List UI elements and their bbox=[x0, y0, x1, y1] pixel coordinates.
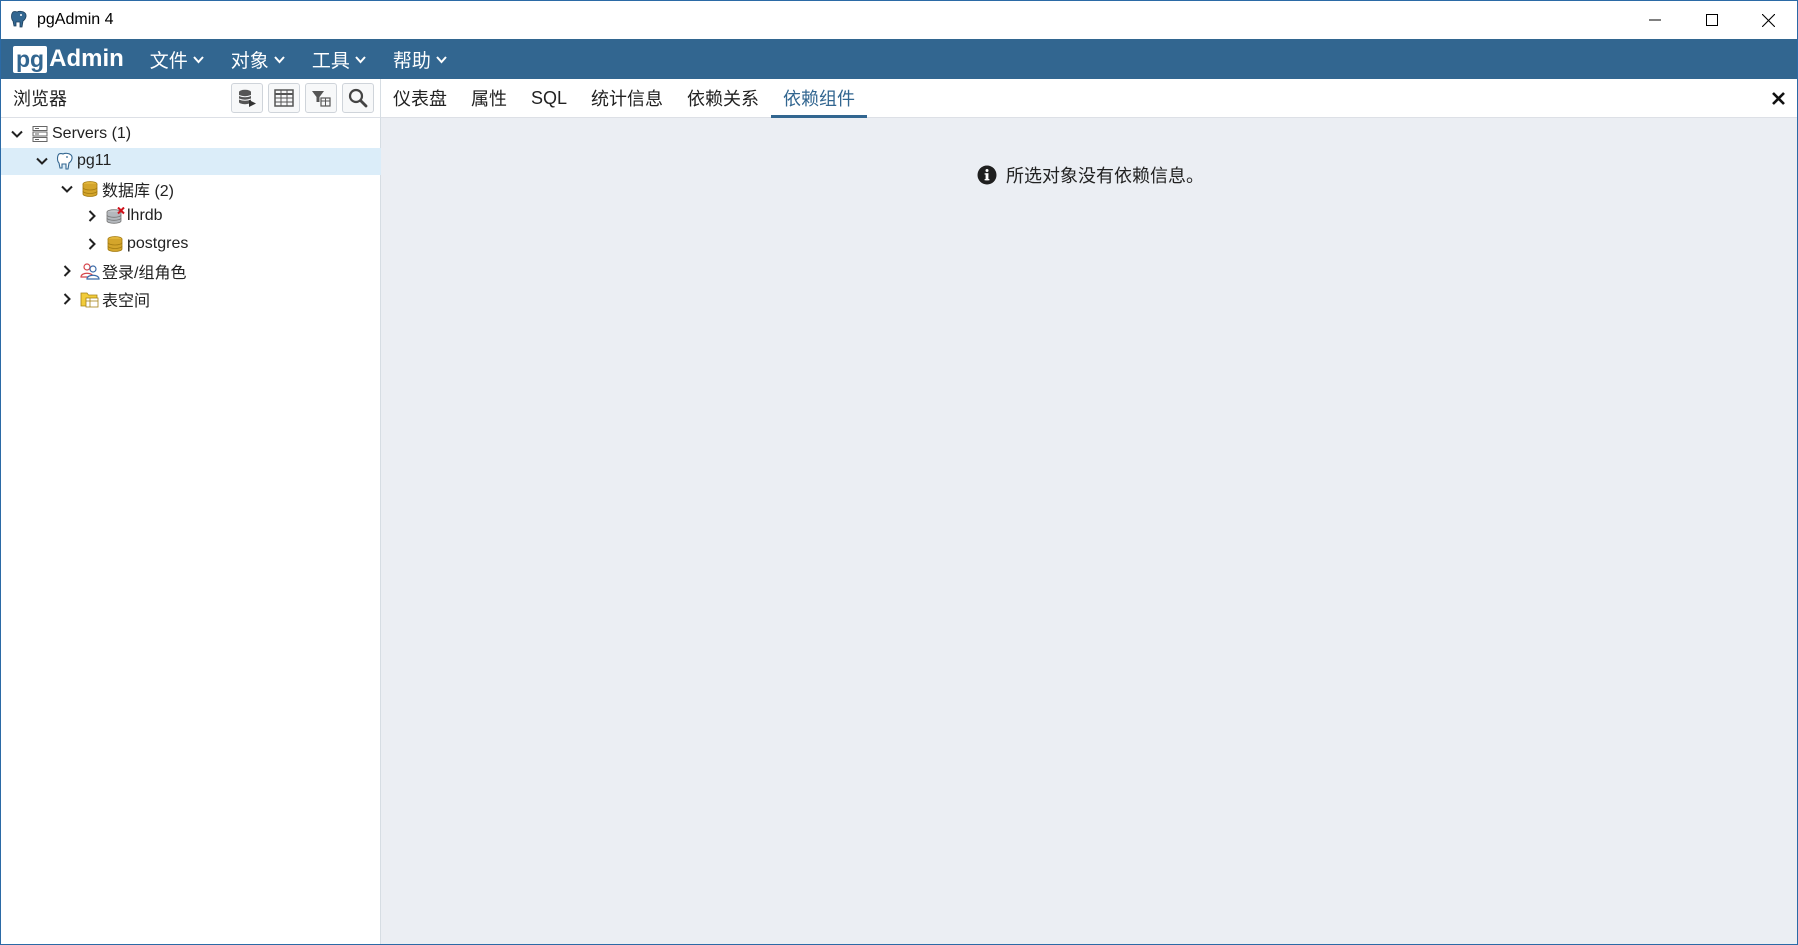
close-icon bbox=[1762, 13, 1775, 27]
tree-node-tablespaces[interactable]: 表空间 bbox=[1, 285, 380, 313]
chevron-down-icon bbox=[193, 55, 204, 63]
roles-icon bbox=[80, 261, 100, 281]
elephant-icon bbox=[9, 9, 29, 31]
server-group-icon bbox=[30, 124, 50, 144]
tab-dependents-label: 依赖组件 bbox=[783, 89, 856, 109]
minimize-icon bbox=[1648, 19, 1661, 21]
view-data-button[interactable] bbox=[268, 83, 300, 113]
chevron-right-icon[interactable] bbox=[85, 209, 99, 223]
tablespaces-icon bbox=[80, 289, 100, 309]
tab-dependencies[interactable]: 依赖关系 bbox=[675, 79, 771, 117]
tab-sql-label: SQL bbox=[531, 87, 568, 108]
database-icon bbox=[105, 234, 125, 254]
menu-help-label: 帮助 bbox=[392, 50, 431, 72]
close-icon bbox=[1771, 91, 1785, 105]
tab-bar: 仪表盘 属性 SQL 统计信息 依赖关系 依赖组件 bbox=[381, 79, 1797, 118]
title-bar: pgAdmin 4 bbox=[1, 1, 1797, 39]
filtered-rows-button[interactable] bbox=[305, 83, 337, 113]
browser-title: 浏览器 bbox=[13, 89, 67, 109]
tree-label-pg11: pg11 bbox=[77, 152, 112, 170]
database-query-icon bbox=[238, 89, 256, 107]
window-title: pgAdmin 4 bbox=[37, 11, 114, 28]
query-tool-button[interactable] bbox=[231, 83, 263, 113]
tab-dashboard-label: 仪表盘 bbox=[393, 89, 447, 109]
close-panel-button[interactable] bbox=[1769, 89, 1787, 107]
menu-bar: pg Admin 文件 对象 工具 帮助 bbox=[1, 39, 1797, 79]
tab-dependencies-label: 依赖关系 bbox=[687, 89, 760, 109]
tree-label-login-roles: 登录/组角色 bbox=[102, 265, 187, 283]
app-window: pgAdmin 4 pg Admin 文件 对象 工具 帮助 浏览器 Serve… bbox=[0, 0, 1798, 945]
main-panel: 仪表盘 属性 SQL 统计信息 依赖关系 依赖组件 所选对象没有依赖信息。 bbox=[381, 79, 1797, 944]
chevron-down-icon[interactable] bbox=[35, 154, 49, 168]
database-disconnected-icon bbox=[105, 206, 125, 226]
menu-file[interactable]: 文件 bbox=[150, 46, 205, 73]
logo-pg: pg bbox=[13, 45, 48, 73]
maximize-icon bbox=[1705, 14, 1718, 26]
filter-table-icon bbox=[312, 91, 331, 107]
tab-sql[interactable]: SQL bbox=[519, 79, 579, 117]
table-icon bbox=[274, 89, 294, 107]
chevron-down-icon bbox=[355, 55, 366, 63]
tree-node-lhrdb[interactable]: lhrdb bbox=[1, 203, 380, 231]
menu-object-label: 对象 bbox=[230, 50, 269, 72]
object-tree: Servers (1) pg11 数据库 (2) lhrdb postgres … bbox=[1, 118, 414, 313]
search-objects-button[interactable] bbox=[342, 83, 374, 113]
menu-tools[interactable]: 工具 bbox=[312, 46, 367, 73]
tree-label-lhrdb: lhrdb bbox=[127, 207, 163, 225]
tree-node-servers[interactable]: Servers (1) bbox=[1, 120, 380, 148]
tab-properties-label: 属性 bbox=[471, 89, 507, 109]
browser-panel: 浏览器 Servers (1) pg11 数据库 (2) lhrdb postg… bbox=[1, 79, 414, 944]
tree-label-databases: 数据库 (2) bbox=[102, 182, 175, 200]
tree-node-databases[interactable]: 数据库 (2) bbox=[1, 175, 380, 203]
menu-help[interactable]: 帮助 bbox=[393, 46, 448, 73]
info-icon bbox=[977, 165, 997, 185]
close-window-button[interactable] bbox=[1740, 1, 1797, 39]
chevron-right-icon[interactable] bbox=[85, 237, 99, 251]
chevron-down-icon bbox=[274, 55, 285, 63]
tab-dashboard[interactable]: 仪表盘 bbox=[381, 79, 459, 117]
pgadmin-logo: pg Admin bbox=[13, 44, 124, 74]
tab-statistics[interactable]: 统计信息 bbox=[579, 79, 675, 117]
tree-node-pg11[interactable]: pg11 bbox=[1, 147, 414, 175]
tree-node-postgres[interactable]: postgres bbox=[1, 230, 380, 258]
no-dependency-message: 所选对象没有依赖信息。 bbox=[977, 162, 1204, 188]
chevron-down-icon[interactable] bbox=[10, 127, 24, 141]
chevron-down-icon[interactable] bbox=[60, 182, 74, 196]
tab-dependents[interactable]: 依赖组件 bbox=[771, 79, 868, 118]
menu-tools-label: 工具 bbox=[311, 50, 350, 72]
search-icon bbox=[348, 88, 368, 108]
maximize-button[interactable] bbox=[1683, 1, 1740, 39]
tree-label-postgres: postgres bbox=[127, 234, 189, 252]
tab-properties[interactable]: 属性 bbox=[459, 79, 519, 117]
tree-node-login-roles[interactable]: 登录/组角色 bbox=[1, 258, 380, 286]
chevron-down-icon bbox=[436, 55, 447, 63]
menu-object[interactable]: 对象 bbox=[231, 46, 286, 73]
tree-label-servers: Servers (1) bbox=[52, 124, 132, 142]
no-dependency-text: 所选对象没有依赖信息。 bbox=[1006, 166, 1204, 186]
minimize-button[interactable] bbox=[1626, 1, 1683, 39]
databases-icon bbox=[80, 179, 100, 199]
chevron-right-icon[interactable] bbox=[60, 292, 74, 306]
postgres-server-icon bbox=[55, 151, 75, 171]
tab-statistics-label: 统计信息 bbox=[591, 89, 664, 109]
tree-label-tablespaces: 表空间 bbox=[102, 292, 151, 310]
menu-file-label: 文件 bbox=[149, 50, 188, 72]
browser-header: 浏览器 bbox=[1, 79, 380, 118]
chevron-right-icon[interactable] bbox=[60, 264, 74, 278]
logo-admin: Admin bbox=[49, 45, 124, 72]
